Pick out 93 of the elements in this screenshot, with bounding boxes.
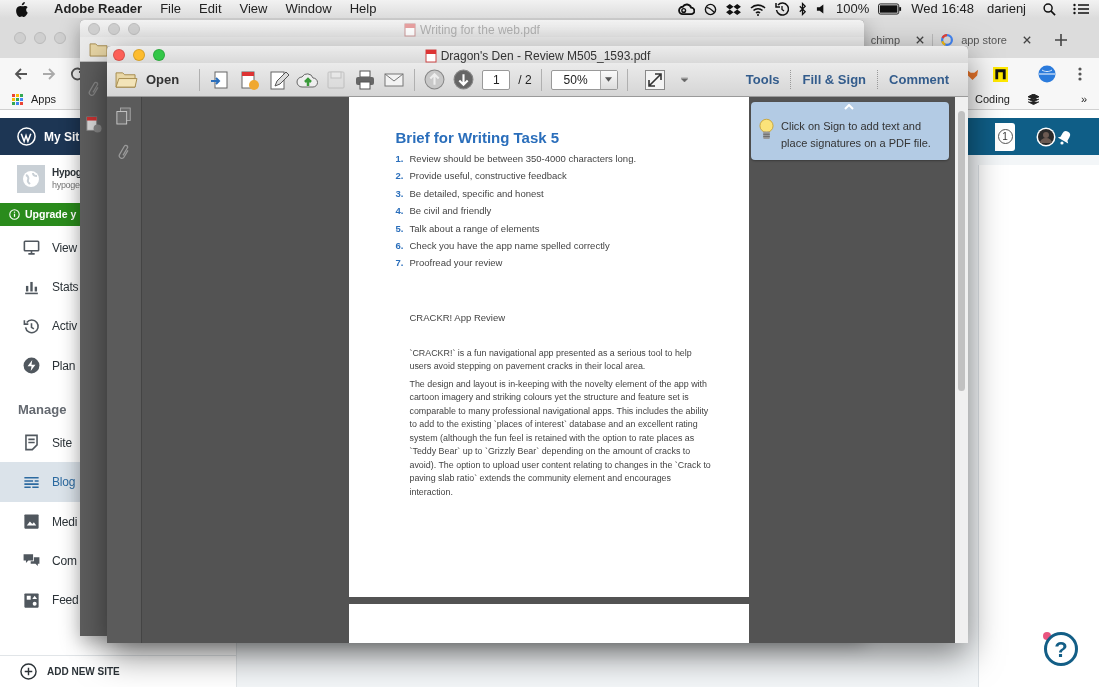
document-info-icon[interactable] bbox=[85, 116, 102, 134]
pane-button[interactable]: Comment bbox=[877, 69, 960, 90]
document-heading: Brief for Writing Task 5 bbox=[395, 129, 561, 147]
document-badge-icon[interactable] bbox=[238, 68, 261, 91]
wordpress-logo-icon bbox=[17, 127, 36, 146]
paperclip-icon[interactable] bbox=[87, 80, 100, 98]
circle-slash-icon[interactable] bbox=[704, 2, 718, 16]
new-tab-icon[interactable] bbox=[1055, 34, 1067, 46]
colored-ring-icon bbox=[941, 34, 954, 46]
sidebar-item[interactable]: Blog bbox=[0, 462, 80, 502]
list-item: 6. Check you have the app name spelled correctly bbox=[395, 238, 611, 253]
section-heading: Manage bbox=[17, 400, 68, 419]
printer-icon[interactable] bbox=[354, 68, 377, 91]
notification-count[interactable]: 1 bbox=[995, 122, 1015, 151]
bluetooth-icon[interactable] bbox=[798, 2, 808, 16]
apple-logo-icon bbox=[16, 1, 29, 17]
sidebar-item[interactable]: Feed bbox=[0, 580, 80, 620]
menu-item[interactable]: Window bbox=[276, 0, 341, 19]
sidebar-item[interactable]: Activ bbox=[0, 306, 80, 347]
open-box-icon[interactable] bbox=[726, 2, 742, 16]
menu-item[interactable]: View bbox=[230, 0, 277, 19]
paragraph: The design and layout is in-keeping with the novelty element of the app with cartoon imagery and striking colours yet the structure and feature set is comparable to many professional navigational apps. This includes the ability to add to the existing `places of interest` database and an excellent rating system (although the fun feel is retained with the option to rate places as `Teddy Bear` up to `Grizzly Bear` depending on the amount of cracks to avoid). The option to upload user content relating to changes in the `Crack to paving slab ratio` extends the community element and encourages interaction. bbox=[409, 378, 712, 499]
caret-icon[interactable] bbox=[680, 77, 688, 82]
list-item: 7. Proofread your review bbox=[395, 256, 504, 271]
site-address: hypoge bbox=[52, 179, 80, 191]
creative-cloud-icon[interactable] bbox=[678, 2, 696, 16]
close-icon[interactable] bbox=[916, 36, 925, 44]
pdf-file-icon bbox=[404, 23, 417, 37]
list-item: 3. Be detailed, specific and honest bbox=[395, 186, 545, 201]
search-icon[interactable] bbox=[1043, 2, 1056, 16]
sidebar-item[interactable]: View bbox=[0, 228, 80, 268]
clock-arrow-icon[interactable] bbox=[775, 2, 790, 16]
list-icon[interactable] bbox=[1073, 3, 1089, 15]
list-item: 4. Be civil and friendly bbox=[395, 204, 493, 219]
sidebar-item[interactable]: Com bbox=[0, 541, 80, 581]
caret-icon bbox=[605, 77, 613, 82]
history-icon bbox=[22, 316, 41, 336]
page-number-field[interactable]: 1 bbox=[482, 69, 511, 90]
sidebar-item[interactable]: Medi bbox=[0, 501, 80, 542]
scrollbar[interactable] bbox=[955, 97, 968, 643]
wifi-icon[interactable] bbox=[750, 2, 767, 16]
zoom-dropdown[interactable]: 50% bbox=[550, 69, 618, 90]
globe-thumbnail-icon bbox=[17, 165, 45, 193]
sidebar-item[interactable]: Stats bbox=[0, 267, 80, 307]
bookmarks-overflow[interactable]: » bbox=[1080, 91, 1087, 108]
monitor-icon bbox=[22, 238, 41, 258]
folder-icon bbox=[115, 70, 138, 89]
plus-circle-icon bbox=[20, 663, 37, 680]
paragraph: `CRACKR!` is a fun navigational app presented as a serious tool to help users avoid stepping on pavement cracks in their local area. bbox=[409, 347, 693, 374]
back-arrow-icon[interactable] bbox=[14, 67, 28, 81]
shapes-icon bbox=[22, 590, 41, 610]
globe-icon[interactable] bbox=[1038, 65, 1056, 83]
page-count: / 2 bbox=[518, 71, 532, 89]
my-site-label[interactable]: My Sit bbox=[44, 127, 80, 146]
battery-percentage: 100% bbox=[836, 0, 870, 19]
close-icon[interactable] bbox=[1023, 36, 1031, 44]
clock[interactable]: Wed 16:48 bbox=[911, 0, 974, 19]
document-pencil-icon[interactable] bbox=[267, 68, 290, 91]
app-name[interactable]: Adobe Reader bbox=[45, 0, 152, 19]
menu-item[interactable]: Edit bbox=[190, 0, 231, 19]
paperclip-icon[interactable] bbox=[118, 143, 130, 161]
expand-icon[interactable] bbox=[644, 69, 665, 90]
review-title: CRACKR! App Review bbox=[409, 310, 507, 325]
lightning-icon bbox=[22, 356, 41, 376]
list-item: 2. Provide useful, constructive feedback bbox=[395, 169, 568, 184]
image-icon bbox=[22, 512, 41, 532]
bookmark[interactable]: Apps bbox=[12, 91, 57, 108]
sidebar-item[interactable]: Plan bbox=[0, 346, 80, 386]
window-title: Dragon's Den - Review M505_1593.pdf bbox=[440, 48, 651, 65]
pane-button[interactable]: Tools bbox=[734, 69, 791, 90]
grid-icon bbox=[12, 94, 23, 105]
tip-text: Click on Sign to add text and place signatures on a PDF file. bbox=[781, 119, 932, 151]
upgrade-banner[interactable]: Upgrade y bbox=[0, 203, 80, 226]
menu-item[interactable]: Help bbox=[340, 0, 386, 19]
info-icon bbox=[9, 209, 20, 220]
pane-button[interactable]: Fill & Sign bbox=[790, 69, 878, 90]
sidebar-item[interactable]: Site bbox=[0, 423, 80, 463]
pdf-file-icon bbox=[424, 49, 437, 63]
bookmark[interactable]: Coding bbox=[975, 91, 1010, 108]
pages-icon[interactable] bbox=[116, 107, 132, 125]
list-item: 5. Talk about a range of elements bbox=[395, 221, 541, 236]
fox-icon[interactable] bbox=[966, 67, 979, 81]
layers-icon[interactable] bbox=[1027, 94, 1039, 105]
open-button[interactable]: Open bbox=[115, 69, 180, 90]
more-menu-icon[interactable] bbox=[1078, 67, 1082, 81]
battery-icon bbox=[878, 3, 903, 15]
scroll-thumb[interactable] bbox=[958, 111, 965, 391]
user-name[interactable]: darienj bbox=[986, 0, 1026, 19]
letter-tile-icon[interactable] bbox=[993, 66, 1008, 82]
add-site-button[interactable]: ADD NEW SITE bbox=[0, 655, 236, 687]
list-item: 1. Review should be between 350-4000 characters long. bbox=[395, 152, 638, 166]
menu-item[interactable]: File bbox=[151, 0, 191, 19]
page-icon bbox=[22, 433, 41, 453]
